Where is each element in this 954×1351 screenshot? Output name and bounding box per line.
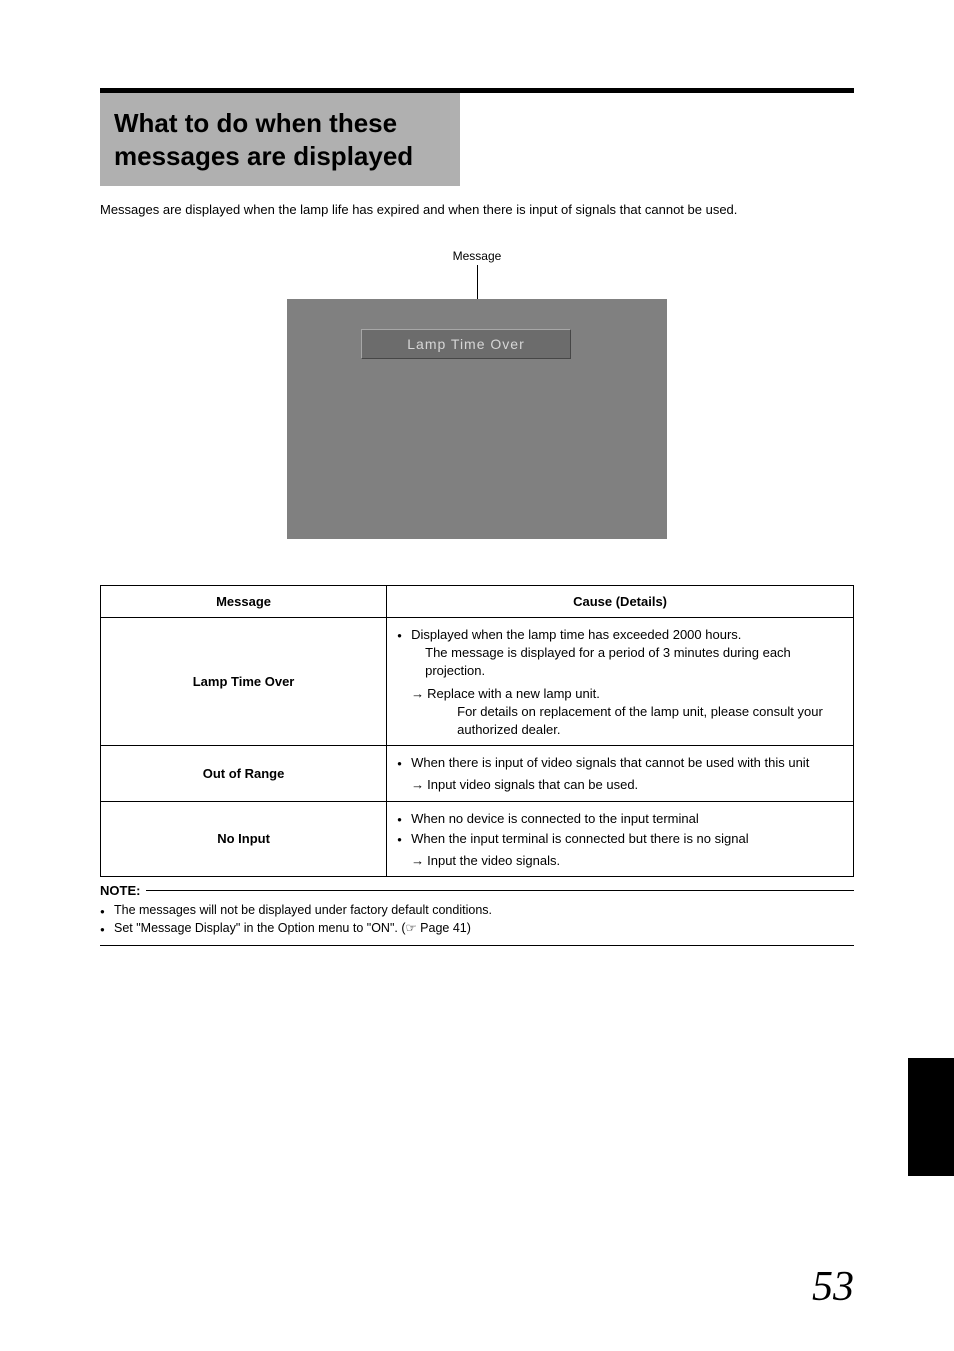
on-screen-message: Lamp Time Over: [361, 329, 571, 359]
note-block: NOTE: The messages will not be displayed…: [100, 883, 854, 946]
cause-cell: Displayed when the lamp time has exceede…: [387, 618, 854, 746]
cause-action: Replace with a new lamp unit. For detail…: [397, 685, 843, 740]
cause-cell: When no device is connected to the input…: [387, 801, 854, 877]
table-row: Out of Range When there is input of vide…: [101, 746, 854, 801]
note-item: Set "Message Display" in the Option menu…: [100, 920, 854, 938]
cause-bullet: When the input terminal is connected but…: [397, 830, 843, 848]
title-bar: What to do when these messages are displ…: [100, 93, 460, 186]
message-cell: Lamp Time Over: [101, 618, 387, 746]
page-title: What to do when these messages are displ…: [114, 107, 438, 172]
cause-cell: When there is input of video signals tha…: [387, 746, 854, 801]
col-header-cause: Cause (Details): [387, 586, 854, 618]
screen-box: Lamp Time Over: [287, 299, 667, 539]
messages-table: Message Cause (Details) Lamp Time Over D…: [100, 585, 854, 877]
cause-action: Input video signals that can be used.: [397, 776, 843, 794]
col-header-message: Message: [101, 586, 387, 618]
note-label: NOTE:: [100, 883, 146, 898]
cause-action: Input the video signals.: [397, 852, 843, 870]
side-tab: [908, 1058, 954, 1176]
page-number: 53: [812, 1263, 854, 1311]
note-item: The messages will not be displayed under…: [100, 902, 854, 920]
intro-text: Messages are displayed when the lamp lif…: [100, 202, 854, 217]
message-label: Message: [100, 249, 854, 263]
cause-bullet: Displayed when the lamp time has exceede…: [397, 626, 843, 681]
message-cell: No Input: [101, 801, 387, 877]
cause-bullet: When no device is connected to the input…: [397, 810, 843, 828]
table-row: No Input When no device is connected to …: [101, 801, 854, 877]
message-figure: Message Lamp Time Over: [100, 249, 854, 539]
table-row: Lamp Time Over Displayed when the lamp t…: [101, 618, 854, 746]
message-cell: Out of Range: [101, 746, 387, 801]
leader-line: [477, 265, 478, 299]
note-rule: [146, 890, 854, 891]
cause-bullet: When there is input of video signals tha…: [397, 754, 843, 772]
